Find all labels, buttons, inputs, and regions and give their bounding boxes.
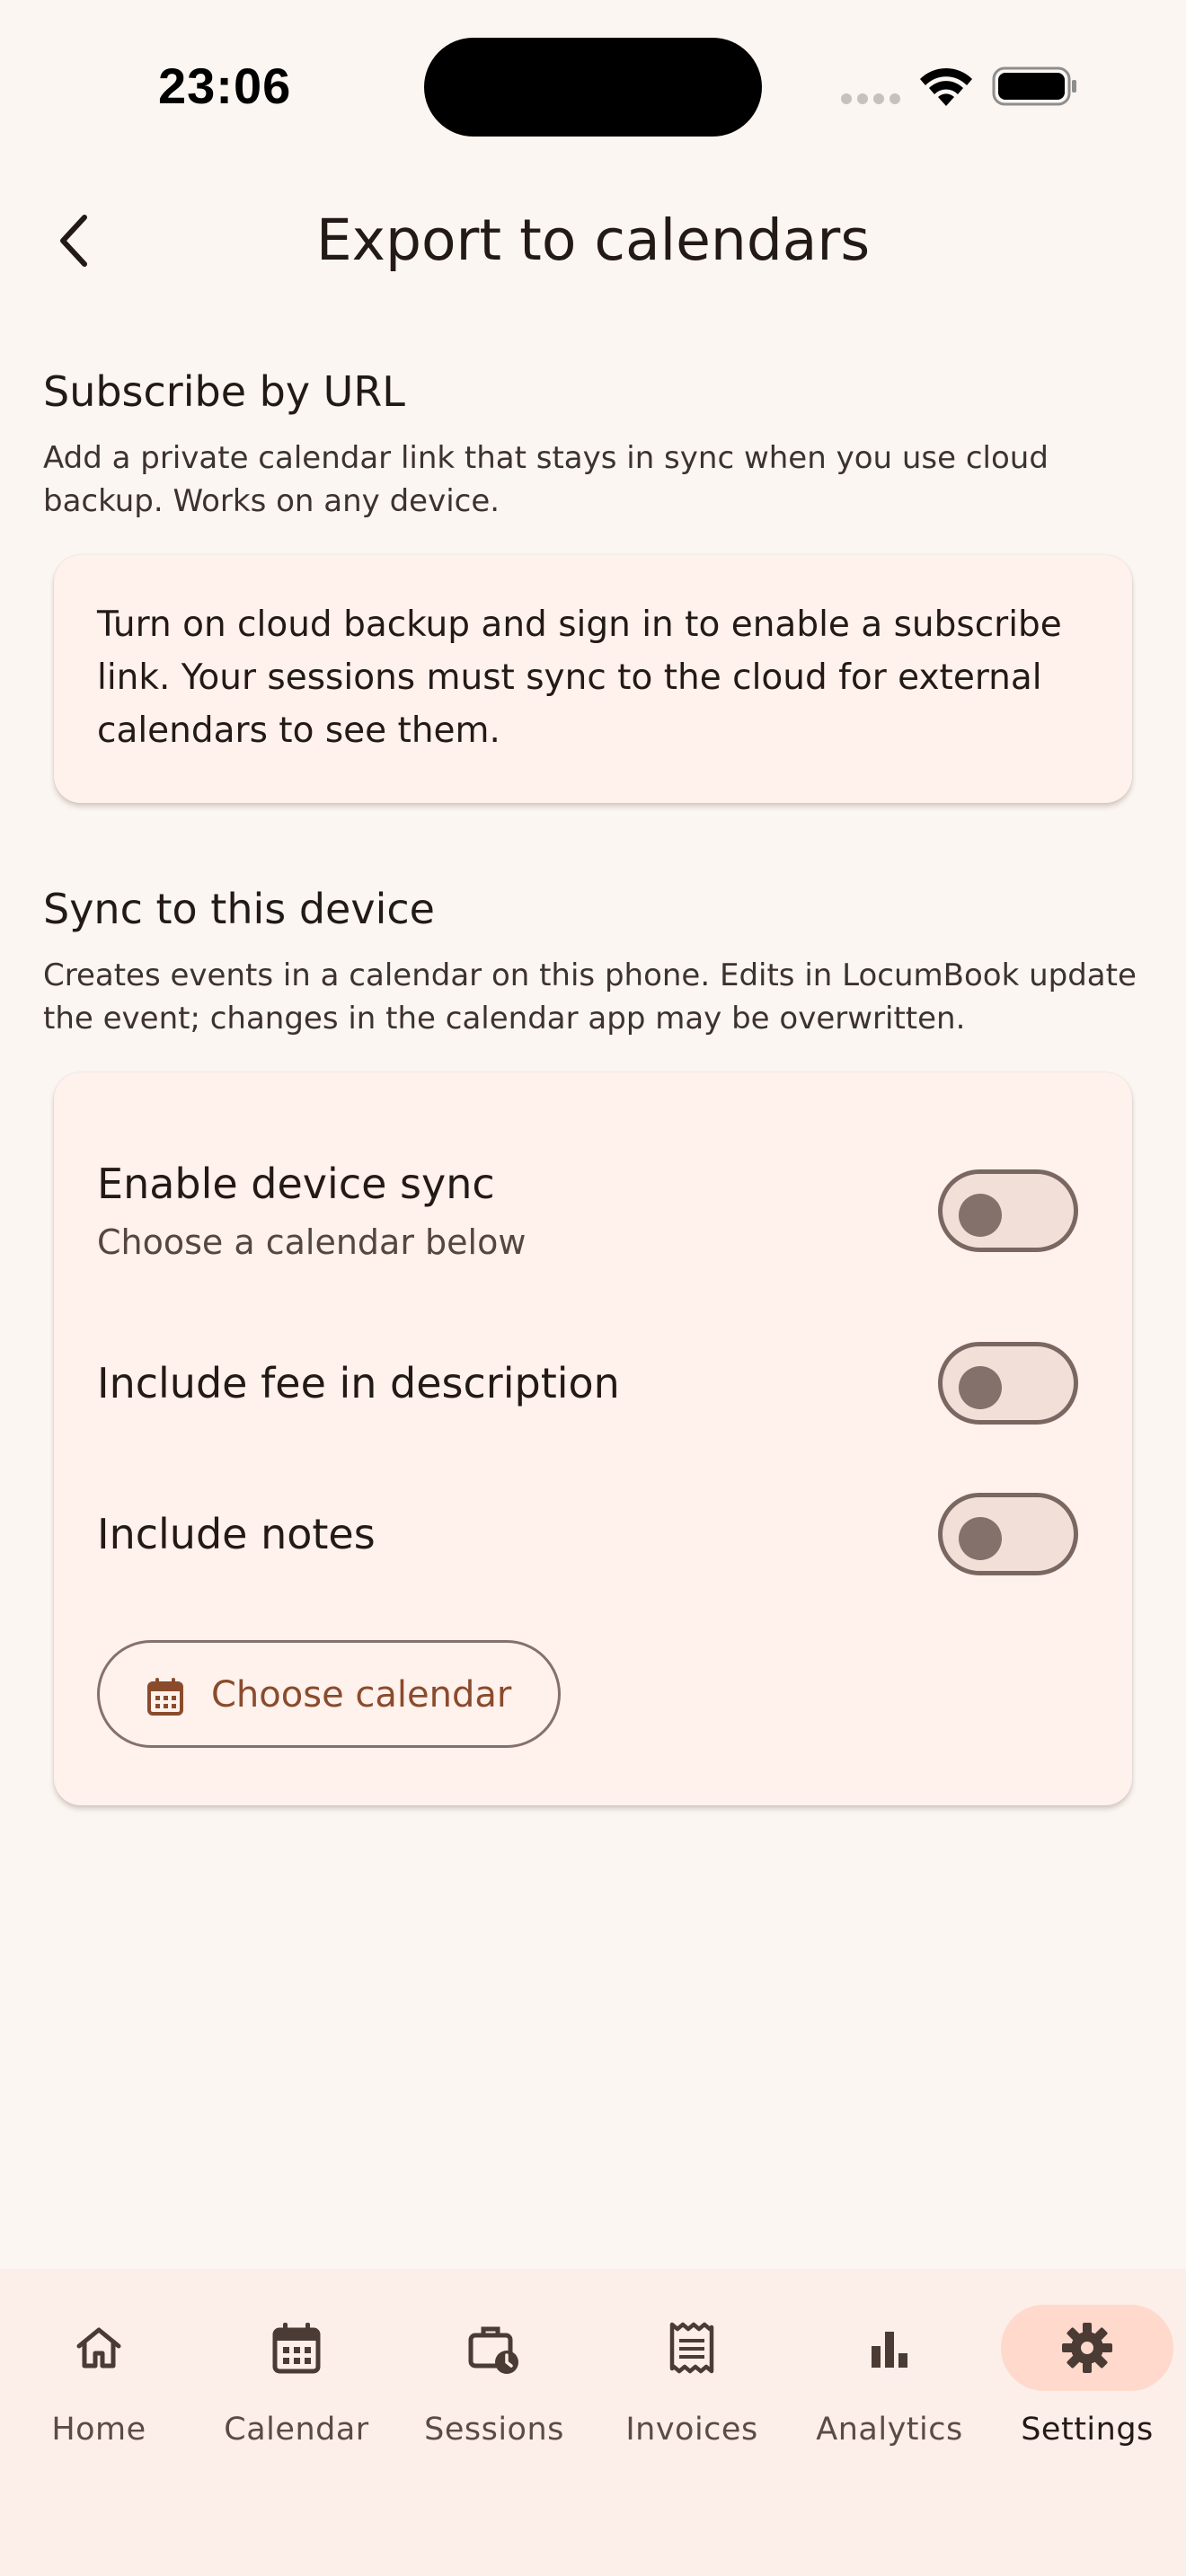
include-notes-switch[interactable]	[938, 1493, 1078, 1575]
gear-icon	[1062, 2323, 1112, 2373]
nav-label: Analytics	[816, 2412, 963, 2448]
switch-knob	[959, 1366, 1002, 1409]
dynamic-island	[424, 38, 762, 137]
subscribe-info-card: Turn on cloud backup and sign in to enab…	[54, 555, 1132, 803]
subscribe-section-heading: Subscribe by URL	[43, 367, 405, 416]
enable-device-sync-switch[interactable]	[938, 1169, 1078, 1252]
device-sync-card: Enable device sync Choose a calendar bel…	[54, 1072, 1132, 1805]
battery-icon	[992, 66, 1076, 106]
cellular-signal-icon	[841, 93, 900, 104]
home-icon	[76, 2327, 121, 2369]
nav-label: Calendar	[224, 2412, 369, 2448]
nav-item-home[interactable]: Home	[9, 2305, 189, 2466]
page-title: Export to calendars	[315, 207, 871, 273]
nav-item-calendar[interactable]: Calendar	[207, 2305, 386, 2466]
nav-item-sessions[interactable]: Sessions	[404, 2305, 584, 2466]
nav-item-settings[interactable]: Settings	[1001, 2305, 1181, 2466]
nav-label: Sessions	[424, 2412, 564, 2448]
subscribe-section-description: Add a private calendar link that stays i…	[43, 440, 1049, 519]
subscribe-info-text: Turn on cloud backup and sign in to enab…	[97, 604, 1062, 751]
nav-item-invoices[interactable]: Invoices	[602, 2305, 782, 2466]
choose-calendar-label: Choose calendar	[211, 1674, 512, 1716]
calendar-icon	[147, 1678, 183, 1716]
toggle-label: Enable device sync	[97, 1160, 495, 1208]
include-fee-switch[interactable]	[938, 1342, 1078, 1425]
toggle-subtitle: Choose a calendar below	[97, 1222, 527, 1262]
nav-item-analytics[interactable]: Analytics	[800, 2305, 979, 2466]
briefcase-clock-icon	[468, 2326, 518, 2374]
receipt-icon	[669, 2322, 714, 2374]
toggle-label: Include fee in description	[97, 1359, 620, 1407]
choose-calendar-button[interactable]: Choose calendar	[97, 1640, 561, 1748]
nav-label: Settings	[1021, 2412, 1154, 2448]
toggle-label: Include notes	[97, 1510, 376, 1558]
status-time: 23:06	[158, 57, 292, 114]
device-sync-section-heading: Sync to this device	[43, 885, 435, 933]
wifi-icon	[920, 67, 972, 106]
switch-knob	[959, 1517, 1002, 1560]
switch-knob	[959, 1194, 1002, 1237]
device-sync-section-description: Creates events in a calendar on this pho…	[43, 957, 1137, 1037]
calendar-icon	[272, 2323, 321, 2374]
nav-label: Invoices	[625, 2412, 758, 2448]
bar-chart-icon	[872, 2332, 907, 2368]
bottom-navigation: Home Calendar Sessions Invoices Analytic…	[0, 2269, 1186, 2576]
nav-label: Home	[51, 2412, 146, 2448]
